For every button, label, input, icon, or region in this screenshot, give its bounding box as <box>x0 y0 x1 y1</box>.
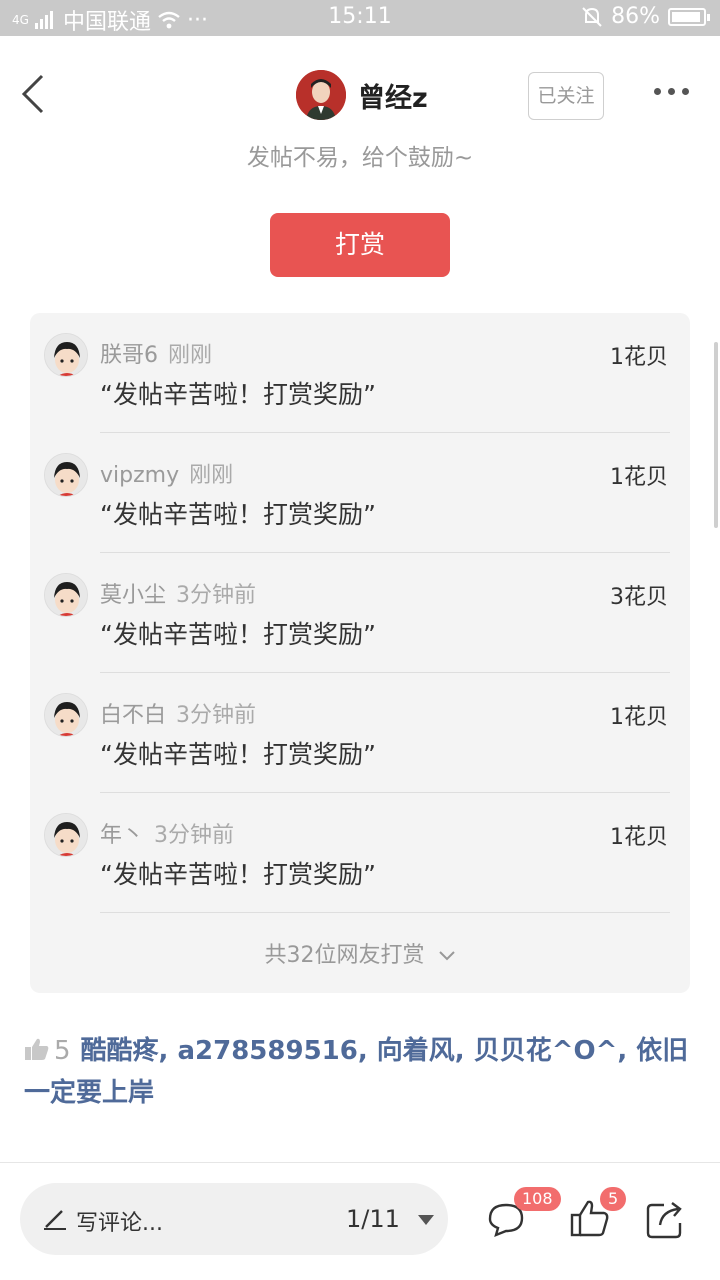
follow-button[interactable]: 已关注 <box>528 72 604 120</box>
reward-message: “发帖辛苦啦！打赏奖励” <box>100 620 376 649</box>
reward-item[interactable]: 年丶 3分钟前 1花贝 “发帖辛苦啦！打赏奖励” <box>30 793 690 913</box>
pen-icon <box>44 1210 66 1230</box>
reward-total-text: 共32位网友打赏 <box>264 943 425 968</box>
status-bar: 4G 中国联通 ··· 15:11 86% <box>0 0 720 36</box>
reward-button[interactable]: 打赏 <box>270 213 450 277</box>
author-avatar[interactable] <box>296 70 346 120</box>
user-avatar[interactable] <box>44 573 88 617</box>
user-avatar[interactable] <box>44 693 88 737</box>
likes-section: 5 酷酷疼, a278589516, 向着风, 贝贝花^O^, 依旧一定要上岸 <box>24 1030 696 1114</box>
like-count-badge: 5 <box>600 1187 627 1211</box>
reward-item[interactable]: 朕哥6 刚刚 1花贝 “发帖辛苦啦！打赏奖励” <box>30 313 690 433</box>
user-avatar[interactable] <box>44 333 88 377</box>
reward-time: 3分钟前 <box>176 703 257 728</box>
comment-input[interactable]: 写评论... 1/11 <box>20 1183 448 1255</box>
status-right: 86% <box>581 4 710 29</box>
user-avatar[interactable] <box>44 453 88 497</box>
reward-time: 刚刚 <box>168 343 213 368</box>
comment-count-badge: 108 <box>514 1187 561 1211</box>
bottom-bar: 写评论... 1/11 108 5 <box>0 1162 720 1280</box>
user-name[interactable]: 年丶 <box>100 823 144 848</box>
reward-total-toggle[interactable]: 共32位网友打赏 <box>30 937 690 969</box>
user-avatar[interactable] <box>44 813 88 857</box>
reward-amount: 3花贝 <box>610 585 668 610</box>
battery-percent: 86% <box>611 4 660 29</box>
battery-icon <box>668 7 710 26</box>
page-indicator[interactable]: 1/11 <box>346 1205 400 1233</box>
author-avatar-image <box>296 70 346 120</box>
user-name[interactable]: 白不白 <box>100 703 166 728</box>
more-menu-icon[interactable] <box>654 88 689 95</box>
back-icon[interactable] <box>18 74 48 114</box>
reward-amount: 1花贝 <box>610 345 668 370</box>
reward-item[interactable]: 白不白 3分钟前 1花贝 “发帖辛苦啦！打赏奖励” <box>30 673 690 793</box>
thumbs-up-icon[interactable] <box>24 1037 50 1061</box>
scrollbar[interactable] <box>714 342 718 528</box>
mute-bell-icon <box>582 6 602 27</box>
chevron-down-icon <box>438 951 455 961</box>
user-name[interactable]: vipzmy <box>100 463 179 488</box>
like-count: 5 <box>54 1036 71 1066</box>
user-name[interactable]: 莫小尘 <box>100 583 166 608</box>
reward-message: “发帖辛苦啦！打赏奖励” <box>100 500 376 529</box>
author-name[interactable]: 曾经z <box>358 76 428 115</box>
reward-message: “发帖辛苦啦！打赏奖励” <box>100 380 376 409</box>
reward-item[interactable]: vipzmy 刚刚 1花贝 “发帖辛苦啦！打赏奖励” <box>30 433 690 553</box>
reward-item[interactable]: 莫小尘 3分钟前 3花贝 “发帖辛苦啦！打赏奖励” <box>30 553 690 673</box>
reward-amount: 1花贝 <box>610 705 668 730</box>
caret-down-icon[interactable] <box>418 1215 434 1225</box>
reward-message: “发帖辛苦啦！打赏奖励” <box>100 860 376 889</box>
share-icon[interactable] <box>644 1197 688 1241</box>
reward-amount: 1花贝 <box>610 465 668 490</box>
reward-time: 3分钟前 <box>154 823 235 848</box>
user-name[interactable]: 朕哥6 <box>100 343 158 368</box>
reward-amount: 1花贝 <box>610 825 668 850</box>
comment-placeholder: 写评论... <box>76 1211 163 1236</box>
author-info[interactable]: 曾经z <box>296 70 428 120</box>
liker-names[interactable]: 酷酷疼, a278589516, 向着风, 贝贝花^O^, 依旧一定要上岸 <box>24 1036 688 1108</box>
encourage-text: 发帖不易，给个鼓励~ <box>246 145 474 171</box>
divider <box>100 912 670 913</box>
reward-time: 3分钟前 <box>176 583 257 608</box>
reward-message: “发帖辛苦啦！打赏奖励” <box>100 740 376 769</box>
reward-list: 朕哥6 刚刚 1花贝 “发帖辛苦啦！打赏奖励” vipzmy 刚刚 1花贝 “发帖辛… <box>30 313 690 993</box>
reward-time: 刚刚 <box>189 463 234 488</box>
